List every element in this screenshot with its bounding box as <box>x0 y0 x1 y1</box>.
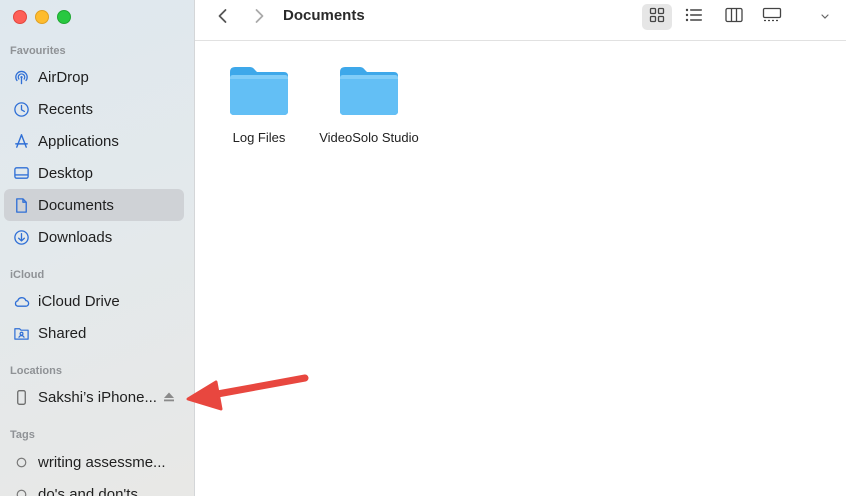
sidebar-item-label: Downloads <box>38 228 113 246</box>
sidebar-item-label: Desktop <box>38 164 94 182</box>
chevron-right-icon <box>252 8 266 29</box>
close-window-button[interactable] <box>13 10 27 24</box>
minimize-window-button[interactable] <box>35 10 49 24</box>
sidebar: Favourites AirDrop Recents Applications … <box>0 0 195 496</box>
sidebar-item-label: writing assessme... <box>38 453 166 471</box>
folder-item-videosolo-studio[interactable]: VideoSolo Studio <box>309 63 429 145</box>
icloud-section-title: iCloud <box>10 269 45 281</box>
window-title: Documents <box>283 7 365 24</box>
toolbar: Documents <box>195 0 846 41</box>
folder-icon <box>228 63 290 122</box>
download-icon <box>12 228 30 246</box>
list-view-button[interactable] <box>679 4 709 30</box>
chevron-left-icon <box>216 8 230 29</box>
sidebar-item-label: Applications <box>38 132 119 150</box>
document-icon <box>12 196 30 214</box>
list-view-icon <box>685 7 703 28</box>
sidebar-item-label: Shared <box>38 324 87 342</box>
finder-window: Favourites AirDrop Recents Applications … <box>0 0 846 496</box>
sidebar-item-label: Sakshi’s iPhone... <box>38 388 157 406</box>
sidebar-item-downloads[interactable]: Downloads <box>4 221 184 253</box>
sidebar-item-documents[interactable]: Documents <box>4 189 184 221</box>
sidebar-item-recents[interactable]: Recents <box>4 93 184 125</box>
tags-section-title: Tags <box>10 429 35 441</box>
back-button[interactable] <box>212 7 234 29</box>
gallery-view-button[interactable] <box>757 4 787 30</box>
sidebar-item-applications[interactable]: Applications <box>4 125 184 157</box>
sidebar-item-label: AirDrop <box>38 68 89 86</box>
icon-view-button[interactable] <box>642 4 672 30</box>
eject-icon[interactable] <box>162 390 176 404</box>
folder-item-log-files[interactable]: Log Files <box>199 63 319 145</box>
file-name-label: Log Files <box>232 130 286 145</box>
sidebar-item-iphone[interactable]: Sakshi’s iPhone... <box>4 381 184 413</box>
traffic-lights <box>13 10 71 24</box>
desktop-icon <box>12 164 30 182</box>
iphone-icon <box>12 388 30 406</box>
file-browser-content: Log Files VideoSolo Studio <box>195 41 846 496</box>
grid-view-icon <box>649 7 665 28</box>
folder-icon <box>338 63 400 122</box>
airdrop-icon <box>12 68 30 86</box>
sidebar-item-label: Documents <box>38 196 114 214</box>
sidebar-item-shared[interactable]: Shared <box>4 317 184 349</box>
sidebar-item-airdrop[interactable]: AirDrop <box>4 61 184 93</box>
sidebar-item-label: Recents <box>38 100 94 118</box>
file-name-label: VideoSolo Studio <box>319 130 419 145</box>
forward-button[interactable] <box>248 7 270 29</box>
clock-icon <box>12 100 30 118</box>
applications-icon <box>12 132 30 150</box>
sidebar-item-label: do's and don'ts <box>38 485 138 496</box>
overflow-chevron-icon[interactable] <box>821 8 829 19</box>
sidebar-item-icloud-drive[interactable]: iCloud Drive <box>4 285 184 317</box>
column-view-icon <box>725 7 743 28</box>
tag-circle-icon <box>12 453 30 471</box>
sidebar-item-label: iCloud Drive <box>38 292 120 310</box>
favourites-section-title: Favourites <box>10 45 66 57</box>
cloud-icon <box>12 292 30 310</box>
sidebar-item-desktop[interactable]: Desktop <box>4 157 184 189</box>
gallery-view-icon <box>762 7 782 28</box>
sidebar-item-tag-writing[interactable]: writing assessme... <box>4 446 184 478</box>
locations-section-title: Locations <box>10 365 62 377</box>
column-view-button[interactable] <box>719 4 749 30</box>
sidebar-item-tag-dos-donts[interactable]: do's and don'ts <box>4 478 184 496</box>
zoom-window-button[interactable] <box>57 10 71 24</box>
tag-circle-icon <box>12 485 30 496</box>
shared-folder-icon <box>12 324 30 342</box>
